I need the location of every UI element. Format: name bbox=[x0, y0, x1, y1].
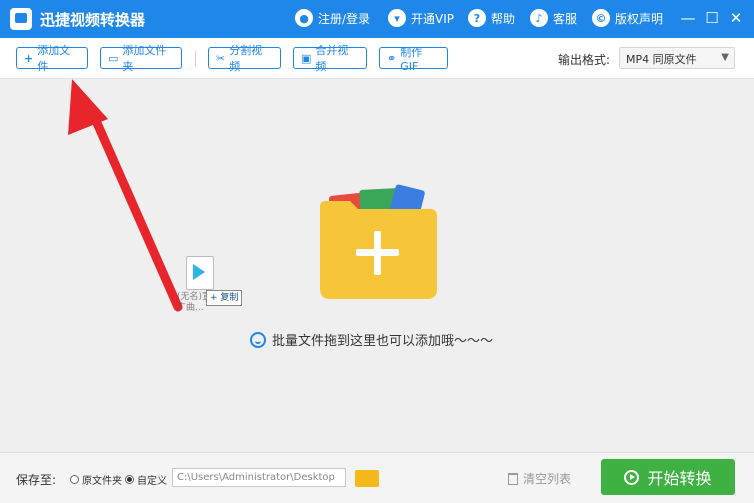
app-logo-icon bbox=[10, 8, 32, 30]
make-gif-button[interactable]: ⚭ 制作GIF bbox=[379, 46, 448, 73]
merge-video-button[interactable]: ▣ 合并视频 bbox=[293, 44, 367, 73]
minimize-icon[interactable]: — bbox=[678, 8, 698, 28]
vip-link[interactable]: ▾ 开通VIP bbox=[388, 9, 454, 27]
merge-icon: ▣ bbox=[301, 51, 312, 65]
save-to-label: 保存至: bbox=[16, 473, 57, 487]
save-path-input[interactable] bbox=[172, 468, 346, 487]
copyright-label: 版权声明 bbox=[615, 11, 664, 26]
add-file-label: 添加文件 bbox=[37, 44, 71, 73]
vip-label: 开通VIP bbox=[411, 11, 454, 26]
radio-original-label: 原文件夹 bbox=[82, 476, 122, 487]
service-label: 客服 bbox=[553, 11, 578, 26]
login-label: 注册/登录 bbox=[318, 11, 371, 26]
radio-selected-icon bbox=[125, 475, 134, 484]
merge-video-label: 合并视频 bbox=[315, 44, 349, 73]
radio-custom-label: 自定义 bbox=[137, 476, 167, 487]
drop-hint: 批量文件拖到这里也可以添加哦～～～ bbox=[250, 330, 493, 349]
browse-folder-button[interactable] bbox=[355, 468, 379, 487]
add-file-button[interactable]: + 添加文件 bbox=[16, 44, 88, 73]
radio-custom[interactable]: 自定义 bbox=[125, 472, 167, 487]
start-convert-button[interactable]: 开始转换 bbox=[601, 459, 735, 495]
smile-icon bbox=[250, 331, 266, 348]
service-link[interactable]: ♪ 客服 bbox=[530, 9, 577, 27]
radio-circle-icon bbox=[70, 475, 79, 484]
help-link[interactable]: ? 帮助 bbox=[468, 9, 515, 27]
bottom-bar: 保存至: 原文件夹 自定义 清空列表 开始转换 bbox=[0, 452, 754, 503]
folder-icon bbox=[320, 184, 437, 299]
folder-open-icon bbox=[355, 470, 379, 487]
chevron-down-icon: ▼ bbox=[721, 52, 729, 63]
output-format-label: 输出格式: bbox=[558, 53, 611, 67]
help-label: 帮助 bbox=[491, 11, 516, 26]
headset-icon: ♪ bbox=[530, 9, 548, 27]
radio-original-folder[interactable]: 原文件夹 bbox=[70, 472, 122, 487]
login-link[interactable]: ● 注册/登录 bbox=[295, 9, 370, 27]
help-icon: ? bbox=[468, 9, 486, 27]
app-title: 迅捷视频转换器 bbox=[40, 11, 146, 29]
output-format-value: MP4 同原文件 bbox=[626, 53, 697, 66]
drop-hint-text: 批量文件拖到这里也可以添加哦～～～ bbox=[272, 334, 494, 349]
title-bar: 迅捷视频转换器 ● 注册/登录 ▾ 开通VIP ? 帮助 ♪ 客服 © 版权声明… bbox=[0, 0, 754, 38]
cart-icon: ▾ bbox=[388, 9, 406, 27]
scissors-icon: ✂ bbox=[216, 51, 226, 65]
red-arrow-annotation bbox=[68, 79, 183, 312]
copy-tooltip: + 复制 bbox=[206, 290, 243, 306]
add-folder-button[interactable]: ▭ 添加文件夹 bbox=[100, 44, 182, 73]
output-format-select[interactable]: MP4 同原文件 ▼ bbox=[619, 47, 735, 69]
clear-list-button[interactable]: 清空列表 bbox=[508, 470, 571, 487]
toolbar-divider bbox=[195, 51, 196, 67]
toolbar: + 添加文件 ▭ 添加文件夹 ✂ 分割视频 ▣ 合并视频 ⚭ 制作GIF 输出格… bbox=[0, 38, 754, 79]
user-icon: ● bbox=[295, 9, 313, 27]
folder-add-icon: ▭ bbox=[108, 51, 119, 65]
copyright-link[interactable]: © 版权声明 bbox=[592, 9, 663, 27]
clear-list-label: 清空列表 bbox=[523, 472, 572, 486]
play-icon bbox=[624, 469, 640, 485]
plus-icon: + bbox=[24, 51, 34, 65]
gif-icon: ⚭ bbox=[387, 51, 397, 65]
drop-zone[interactable]: (无名)宣传视广曲... + 复制 批量文件拖到这里也可以添加哦～～～ bbox=[0, 79, 754, 452]
make-gif-label: 制作GIF bbox=[400, 45, 423, 73]
add-folder-label: 添加文件夹 bbox=[122, 44, 167, 73]
trash-icon bbox=[508, 472, 518, 485]
drop-zone-graphics bbox=[68, 79, 437, 312]
start-convert-label: 开始转换 bbox=[647, 469, 712, 488]
video-file-icon bbox=[186, 256, 214, 290]
split-video-button[interactable]: ✂ 分割视频 bbox=[208, 44, 281, 73]
close-icon[interactable]: ✕ bbox=[726, 8, 746, 28]
split-video-label: 分割视频 bbox=[229, 44, 263, 73]
dragged-file: (无名)宣传视广曲... + 复制 bbox=[175, 254, 245, 322]
copyright-icon: © bbox=[592, 9, 610, 27]
maximize-icon[interactable]: ☐ bbox=[702, 8, 722, 28]
